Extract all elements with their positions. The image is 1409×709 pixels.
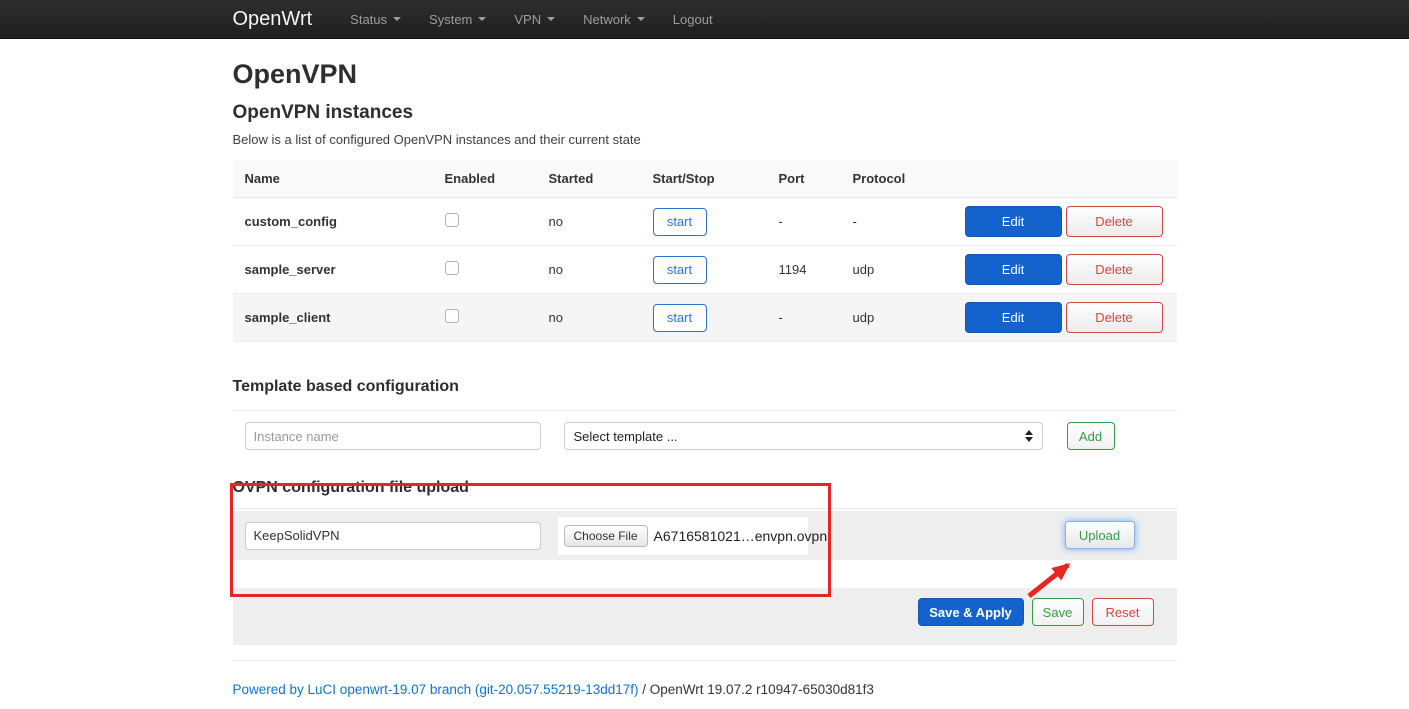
enabled-checkbox[interactable] [445,261,459,275]
instances-heading: OpenVPN instances [233,103,1177,123]
start-button[interactable]: start [653,208,707,236]
column-header-protocol: Protocol [841,160,953,198]
edit-button[interactable]: Edit [965,302,1062,333]
footer-version-text: / OpenWrt 19.07.2 r10947-65030d81f3 [639,682,874,697]
brand-logo[interactable]: OpenWrt [233,8,313,31]
add-button[interactable]: Add [1067,422,1115,450]
port-value: - [767,198,841,246]
caret-down-icon [637,17,645,21]
caret-down-icon [393,17,401,21]
table-row-sample-client: sample_client no start - udp Edit Delete [233,294,1177,342]
upload-heading: OVPN configuration file upload [233,479,1177,496]
edit-button[interactable]: Edit [965,206,1062,237]
delete-button[interactable]: Delete [1066,206,1163,237]
nav-item-vpn[interactable]: VPN [500,12,569,27]
nav-item-system[interactable]: System [415,12,500,27]
table-row-custom-config: custom_config no start - - Edit Delete [233,198,1177,246]
template-select-value: Select template ... [574,429,678,444]
nav-item-network[interactable]: Network [569,12,659,27]
column-header-started: Started [537,160,641,198]
template-config-heading: Template based configuration [233,378,1177,395]
protocol-value: - [841,198,953,246]
protocol-value: udp [841,294,953,342]
table-header-row: Name Enabled Started Start/Stop Port Pro… [233,160,1177,198]
nav-item-status[interactable]: Status [336,12,415,27]
nav-item-label: VPN [514,12,541,27]
enabled-checkbox[interactable] [445,309,459,323]
started-value: no [537,198,641,246]
column-header-enabled: Enabled [433,160,537,198]
upload-row: Choose File A6716581021…envpn.ovpn Uploa… [233,511,1177,560]
spacer [233,560,1177,588]
footer-divider [233,660,1177,661]
save-button[interactable]: Save [1032,598,1084,626]
nav-item-label: Status [350,12,387,27]
enabled-checkbox[interactable] [445,213,459,227]
edit-button[interactable]: Edit [965,254,1062,285]
instance-name-input[interactable] [245,422,541,450]
nav-item-logout[interactable]: Logout [659,12,727,27]
column-header-port: Port [767,160,841,198]
instance-name: custom_config [233,198,433,246]
instance-name: sample_server [233,246,433,294]
caret-down-icon [478,17,486,21]
template-select[interactable]: Select template ... [564,422,1043,450]
started-value: no [537,246,641,294]
caret-down-icon [547,17,555,21]
port-value: 1194 [767,246,841,294]
save-apply-button[interactable]: Save & Apply [918,598,1024,626]
started-value: no [537,294,641,342]
reset-button[interactable]: Reset [1092,598,1154,626]
luci-footer-link[interactable]: Powered by LuCI openwrt-19.07 branch (gi… [233,682,639,697]
start-button[interactable]: start [653,256,707,284]
delete-button[interactable]: Delete [1066,302,1163,333]
divider [233,508,1177,509]
main-content: OpenVPN OpenVPN instances Below is a lis… [233,60,1177,697]
port-value: - [767,294,841,342]
nav-item-label: Network [583,12,631,27]
file-input[interactable]: Choose File A6716581021…envpn.ovpn [558,517,808,555]
template-config-row: Select template ... Add [233,411,1177,461]
instances-description: Below is a list of configured OpenVPN in… [233,132,1177,147]
page-actions: Save & Apply Save Reset [233,588,1177,645]
nav-item-label: Logout [673,12,713,27]
upload-button[interactable]: Upload [1065,521,1135,549]
table-row-sample-server: sample_server no start 1194 udp Edit Del… [233,246,1177,294]
instance-name: sample_client [233,294,433,342]
footer: Powered by LuCI openwrt-19.07 branch (gi… [233,682,1177,697]
start-button[interactable]: start [653,304,707,332]
choose-file-button[interactable]: Choose File [564,525,648,547]
column-header-name: Name [233,160,433,198]
column-header-start-stop: Start/Stop [641,160,767,198]
nav-item-label: System [429,12,472,27]
top-navbar: OpenWrt Status System VPN Network Logout [0,0,1409,39]
page-title: OpenVPN [233,60,1177,88]
delete-button[interactable]: Delete [1066,254,1163,285]
selected-file-name: A6716581021…envpn.ovpn [654,528,828,544]
protocol-value: udp [841,246,953,294]
instances-table: Name Enabled Started Start/Stop Port Pro… [233,160,1177,342]
select-updown-icon [1025,430,1033,442]
upload-instance-name-input[interactable] [245,522,541,550]
column-header-actions [953,160,1177,198]
